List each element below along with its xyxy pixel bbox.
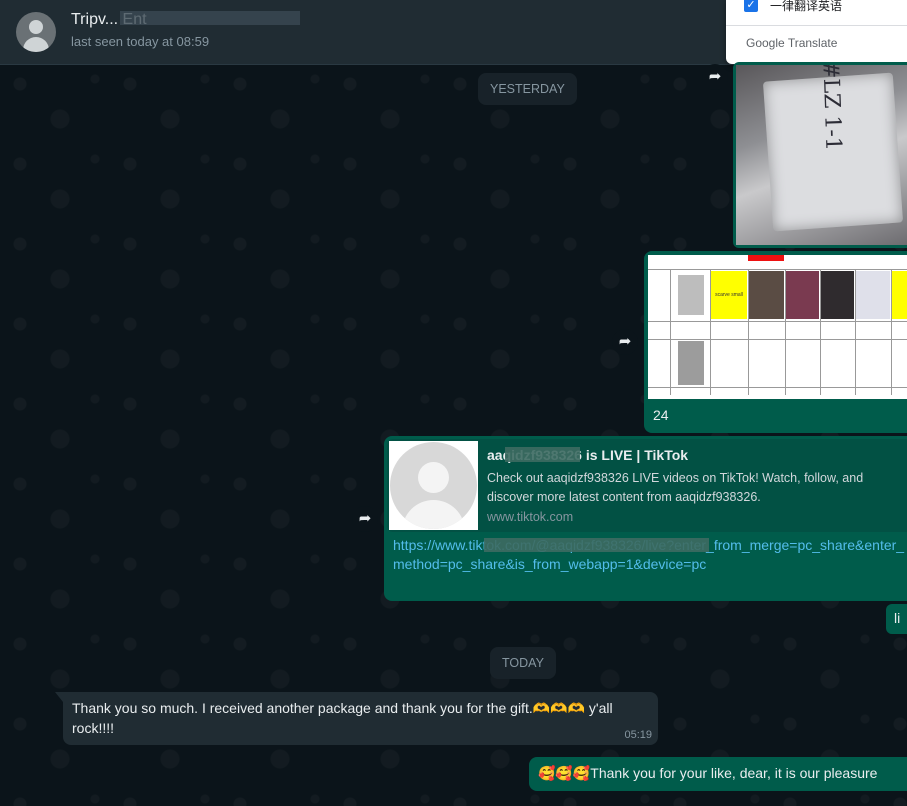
message-time: 05:19 [624,729,652,741]
image-message-spreadsheet[interactable]: scarve small 24 [644,251,907,433]
redaction-bar [120,11,300,25]
divider [726,25,907,26]
forward-icon[interactable]: ➦ [702,64,728,90]
checkbox-checked-icon[interactable]: ✓ [744,0,758,12]
contact-status: last seen today at 08:59 [71,34,210,49]
redaction-bar [484,538,709,552]
forward-icon[interactable]: ➦ [612,329,638,355]
translate-popup: ✓ 一律翻译英语 Google Translate [726,0,907,64]
date-divider-yesterday: YESTERDAY [478,73,577,105]
preview-avatar-image [389,441,478,530]
outgoing-message-partial[interactable]: li [886,604,907,634]
message-text: 🥰🥰🥰Thank you for your like, dear, it is … [538,765,878,781]
message-text: li [894,610,901,626]
bubble-tail [55,692,63,702]
link-message[interactable]: aaqidzf938326 is LIVE | TikTok Check out… [384,436,907,601]
redaction-bar [505,447,580,462]
link-preview-card[interactable]: aaqidzf938326 is LIVE | TikTok Check out… [387,439,907,532]
image-caption: 24 [653,407,669,423]
translate-checkbox-label[interactable]: 一律翻译英语 [770,0,842,14]
preview-domain: www.tiktok.com [487,510,574,524]
photo-package[interactable]: #LZ 1-1 [736,65,907,245]
preview-description: Check out aaqidzf938326 LIVE videos on T… [487,471,864,504]
incoming-message[interactable]: Thank you so much. I received another pa… [63,692,658,745]
image-message[interactable]: #LZ 1-1 [733,62,907,248]
google-translate-brand: Google Translate [746,36,838,50]
date-divider-today: TODAY [490,647,556,679]
forward-icon[interactable]: ➦ [352,506,378,532]
message-text: Thank you so much. I received another pa… [72,700,613,736]
contact-avatar[interactable] [16,12,56,52]
spreadsheet-image[interactable]: scarve small [648,255,907,399]
outgoing-message[interactable]: 🥰🥰🥰Thank you for your like, dear, it is … [529,757,907,791]
